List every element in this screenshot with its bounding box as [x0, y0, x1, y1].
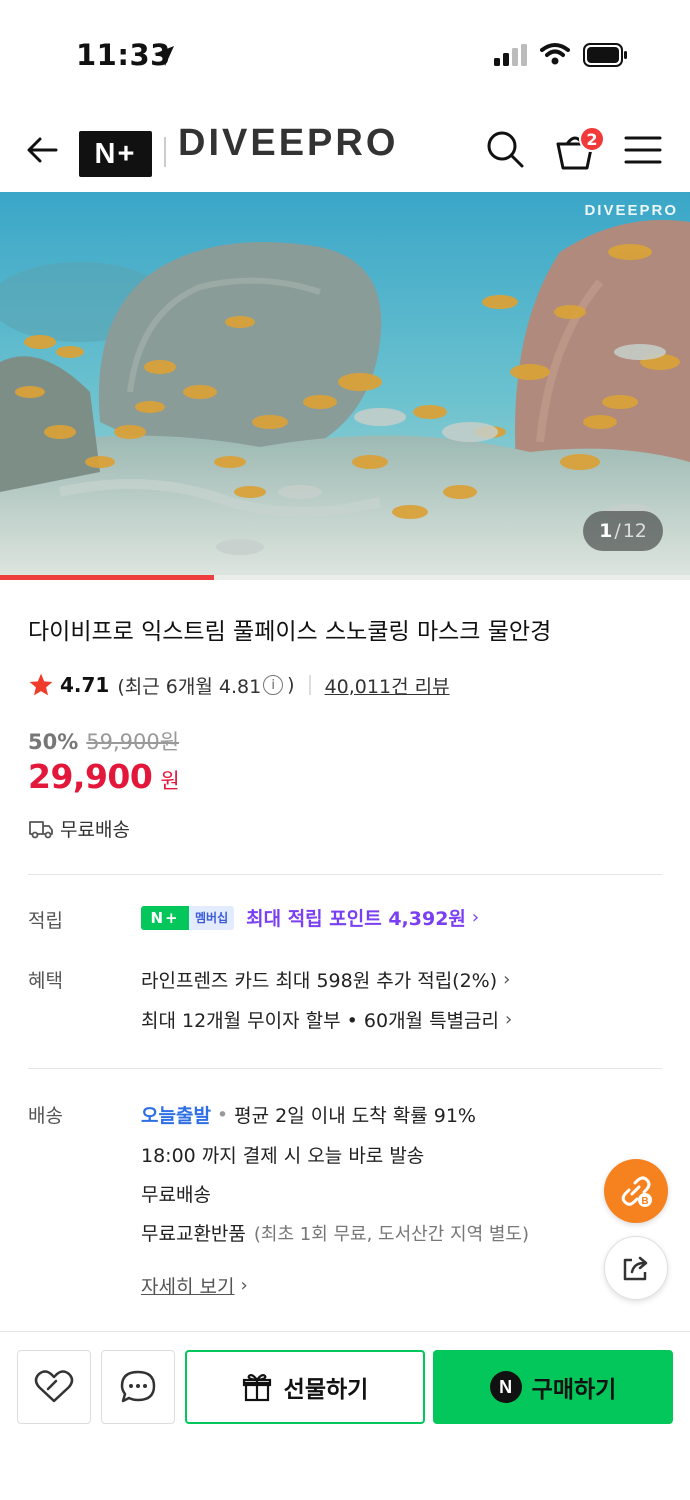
currency-unit: 원: [160, 769, 180, 793]
benefit-item[interactable]: 라인프렌즈 카드 최대 598원 추가 적립(2%) ›: [141, 966, 510, 993]
recent-rating: (최근 6개월 4.81: [117, 675, 262, 698]
wishlist-button[interactable]: [17, 1350, 91, 1424]
menu-icon[interactable]: [624, 134, 662, 166]
max-points-text: 최대 적립 포인트 4,392원: [246, 908, 466, 930]
delivery-label: 배송: [28, 1105, 63, 1127]
carousel-progress-fill: [0, 575, 214, 580]
bottom-action-bar: 선물하기 N 구매하기: [0, 1331, 690, 1500]
chevron-right-icon: ›: [503, 969, 511, 990]
heart-icon: [34, 1370, 74, 1403]
brand-logo[interactable]: DIVEEPRO: [178, 122, 398, 165]
section-divider: [28, 874, 662, 875]
wifi-icon: [540, 43, 570, 65]
original-price: 59,900원: [86, 730, 180, 754]
delivery-detail-link[interactable]: 자세히 보기 ›: [141, 1272, 248, 1299]
image-counter-total: 12: [622, 520, 647, 542]
star-icon: [29, 673, 53, 696]
share-button[interactable]: [604, 1236, 668, 1300]
image-counter: 1 / 12: [583, 511, 663, 551]
info-icon[interactable]: i: [263, 675, 284, 695]
rating-row: 4.71 (최근 6개월 4.81 i ) 40,011건 리뷰: [28, 670, 450, 700]
back-arrow-icon[interactable]: [22, 130, 62, 170]
exchange-note: (최초 1회 무료, 도서산간 지역 별도): [253, 1223, 529, 1245]
buy-button-label: 구매하기: [531, 1377, 617, 1403]
truck-icon: [29, 820, 53, 838]
gift-button[interactable]: 선물하기: [185, 1350, 425, 1424]
membership-text: 멤버십: [189, 905, 235, 930]
battery-icon: [583, 43, 627, 67]
carousel-progress-bar: [0, 575, 690, 580]
gift-button-label: 선물하기: [283, 1377, 369, 1403]
gift-icon: [242, 1374, 271, 1402]
section-divider: [28, 1068, 662, 1069]
recent-rating-close: ): [287, 674, 295, 696]
free-shipping-text: 무료배송: [60, 819, 130, 841]
svg-text:B: B: [641, 1196, 648, 1207]
buy-button[interactable]: N 구매하기: [433, 1350, 673, 1424]
nplus-store-logo[interactable]: N+: [79, 131, 152, 177]
header-divider: [164, 137, 166, 167]
price-row: 29,900 원: [28, 757, 180, 796]
discount-rate: 50%: [28, 730, 79, 754]
review-count-link[interactable]: 40,011건 리뷰: [325, 672, 450, 699]
delivery-cutoff: 18:00 까지 결제 시 오늘 바로 발송: [141, 1145, 425, 1167]
naver-pay-n-icon: N: [489, 1371, 522, 1403]
share-icon: [623, 1256, 648, 1281]
blog-link-button[interactable]: B: [604, 1159, 668, 1223]
chevron-right-icon: ›: [505, 1009, 513, 1030]
delivery-free: 무료배송: [141, 1184, 211, 1206]
arrival-probability: 평균 2일 이내 도착 확률 91%: [234, 1105, 476, 1127]
see-more-link[interactable]: 자세히 보기: [141, 1272, 234, 1299]
today-dispatch-badge: 오늘출발: [141, 1105, 211, 1127]
separator-dot: •: [216, 1103, 229, 1126]
benefits-label: 혜택: [28, 970, 63, 992]
sale-price: 29,900: [28, 757, 153, 796]
chat-icon: [120, 1370, 156, 1403]
product-title: 다이비프로 익스트림 풀페이스 스노쿨링 마스크 물안경: [28, 619, 552, 645]
benefit-installment-text: 최대 12개월 무이자 할부 • 60개월 특별금리: [141, 1010, 499, 1032]
benefit-item[interactable]: 최대 12개월 무이자 할부 • 60개월 특별금리 ›: [141, 1006, 512, 1033]
discount-row: 50% 59,900원: [28, 726, 179, 756]
status-bar: 11:33: [0, 0, 690, 100]
points-row[interactable]: N+ 멤버십 최대 적립 포인트 4,392원 ›: [141, 904, 479, 931]
location-arrow-icon: [154, 46, 174, 66]
benefit-card-text: 라인프렌즈 카드 최대 598원 추가 적립(2%): [141, 970, 498, 992]
image-counter-current: 1: [599, 520, 613, 542]
search-icon[interactable]: [484, 128, 526, 170]
talk-chat-button[interactable]: [101, 1350, 175, 1424]
nplus-membership-badge: N+ 멤버십: [141, 905, 235, 930]
delivery-today-row: 오늘출발 • 평균 2일 이내 도착 확률 91%: [141, 1101, 476, 1128]
rating-divider: [308, 675, 311, 695]
delivery-exchange-row: 무료교환반품 (최초 1회 무료, 도서산간 지역 별도): [141, 1219, 529, 1246]
chevron-right-icon: ›: [471, 907, 480, 928]
cart-count-badge: 2: [579, 126, 605, 152]
free-exchange-text: 무료교환반품: [141, 1223, 246, 1245]
signal-icon: [494, 44, 527, 66]
rating-value: 4.71: [60, 673, 110, 697]
chevron-right-icon: ›: [240, 1275, 248, 1296]
points-label: 적립: [28, 910, 63, 932]
nplus-badge-logo: N+: [141, 905, 189, 930]
home-indicator: [0, 1488, 690, 1500]
image-watermark: DIVEEPRO: [584, 202, 678, 219]
image-counter-sep: /: [614, 520, 621, 542]
link-b-icon: B: [621, 1176, 652, 1207]
shipping-summary: 무료배송: [28, 815, 130, 842]
